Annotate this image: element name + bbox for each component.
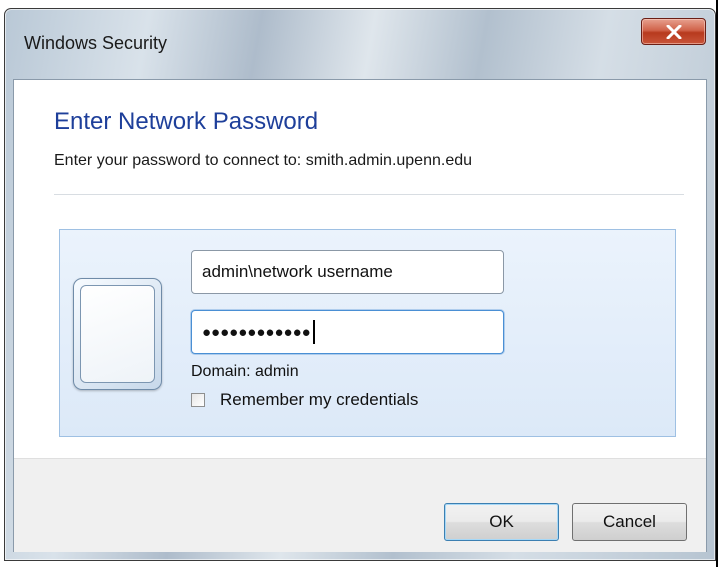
username-field[interactable]: admin\network username — [191, 250, 504, 294]
frame-edge-line — [716, 0, 718, 567]
cancel-button[interactable]: Cancel — [572, 503, 687, 541]
password-masked-value: ●●●●●●●●●●●● — [202, 323, 311, 341]
divider — [54, 194, 684, 195]
text-caret — [312, 320, 315, 344]
credential-tile-panel: admin\network username ●●●●●●●●●●●● Doma… — [59, 229, 676, 437]
button-bar: OK Cancel — [14, 458, 706, 552]
remember-checkbox[interactable] — [191, 393, 205, 407]
title-bar[interactable]: Windows Security — [5, 9, 715, 77]
user-tile-icon — [73, 278, 162, 390]
dialog-content: Enter Network Password Enter your passwo… — [13, 79, 707, 552]
close-button[interactable] — [641, 18, 706, 45]
windows-security-dialog: Windows Security Enter Network Password … — [4, 8, 716, 561]
dialog-heading: Enter Network Password — [54, 108, 319, 135]
domain-label: Domain: admin — [191, 363, 299, 380]
connect-target-text: Enter your password to connect to: smith… — [54, 152, 473, 169]
password-field[interactable]: ●●●●●●●●●●●● — [191, 310, 504, 354]
user-tile-inner — [80, 285, 155, 383]
ok-button[interactable]: OK — [444, 503, 559, 541]
window-title: Windows Security — [24, 33, 168, 53]
remember-credentials-option[interactable]: Remember my credentials — [191, 390, 418, 410]
remember-label: Remember my credentials — [220, 390, 419, 409]
username-value: admin\network username — [202, 262, 393, 281]
close-icon — [666, 24, 681, 39]
